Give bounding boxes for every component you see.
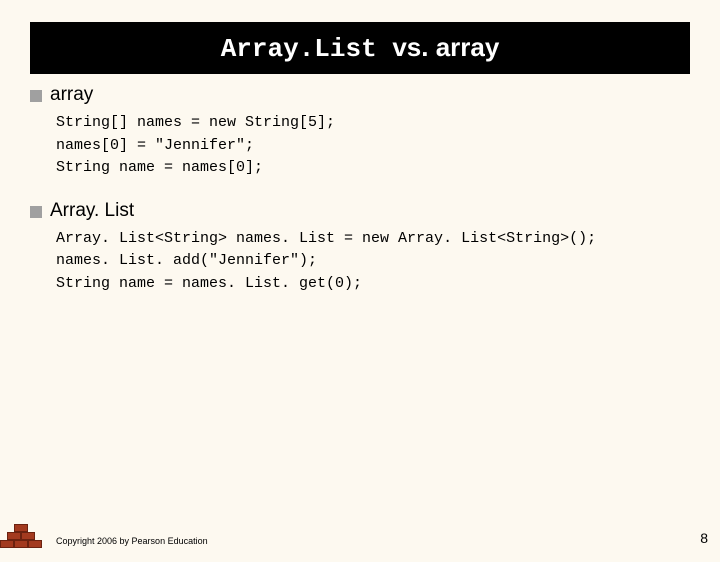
- bullet-icon: [30, 206, 42, 218]
- code-line: names. List. add("Jennifer");: [56, 250, 690, 273]
- title-code-part: Array.List: [221, 34, 393, 64]
- code-line: String name = names. List. get(0);: [56, 273, 690, 296]
- page-number: 8: [700, 530, 708, 548]
- copyright-text: Copyright 2006 by Pearson Education: [56, 536, 208, 548]
- section-arraylist: Array. List Array. List<String> names. L…: [30, 200, 690, 296]
- section-array: array String[] names = new String[5]; na…: [30, 84, 690, 180]
- slide-footer: Copyright 2006 by Pearson Education 8: [0, 520, 720, 548]
- section-heading: array: [50, 84, 690, 106]
- code-line: names[0] = "Jennifer";: [56, 135, 690, 158]
- slide-content: array String[] names = new String[5]; na…: [0, 74, 720, 295]
- bullet-icon: [30, 90, 42, 102]
- footer-left: Copyright 2006 by Pearson Education: [0, 520, 208, 548]
- slide-title: Array.List vs. array: [30, 22, 690, 74]
- section-body: array String[] names = new String[5]; na…: [50, 84, 690, 180]
- code-block: Array. List<String> names. List = new Ar…: [56, 228, 690, 296]
- code-line: String name = names[0];: [56, 157, 690, 180]
- code-block: String[] names = new String[5]; names[0]…: [56, 112, 690, 180]
- section-body: Array. List Array. List<String> names. L…: [50, 200, 690, 296]
- title-rest-part: vs. array: [392, 32, 499, 62]
- code-line: Array. List<String> names. List = new Ar…: [56, 228, 690, 251]
- section-heading: Array. List: [50, 200, 690, 222]
- bricks-icon: [0, 520, 46, 548]
- code-line: String[] names = new String[5];: [56, 112, 690, 135]
